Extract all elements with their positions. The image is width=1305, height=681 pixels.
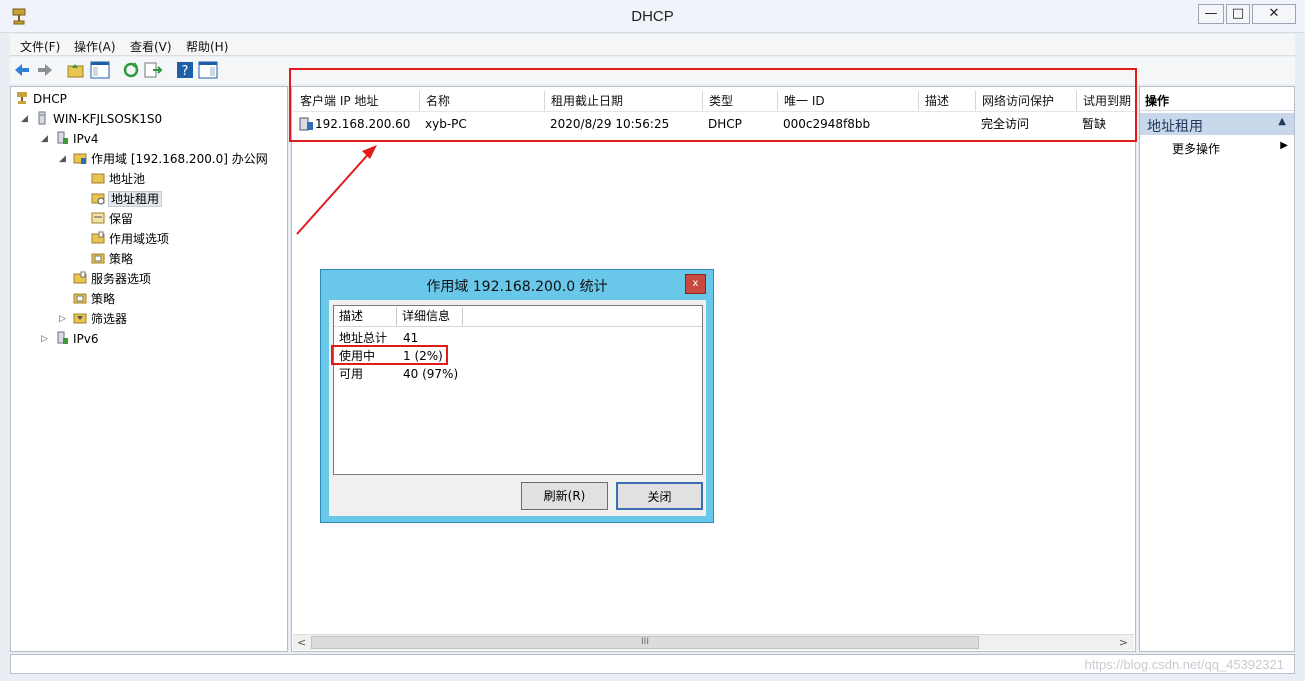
collapse-up-icon[interactable]: ▲	[1278, 116, 1286, 127]
tree-label: 保留	[109, 212, 134, 226]
actions-section[interactable]: 地址租用 ▲	[1140, 113, 1294, 135]
tree-label: 策略	[109, 252, 134, 266]
up-folder-icon[interactable]	[66, 60, 86, 80]
highlight-box-in-use	[331, 345, 448, 365]
server-icon	[38, 111, 46, 125]
svg-text:?: ?	[182, 64, 189, 79]
stat-value: 40 (97%)	[403, 367, 459, 381]
tree-label: 筛选器	[91, 312, 128, 326]
actions-pane: 操作 地址租用 ▲ 更多操作 ▶	[1139, 86, 1295, 652]
scope-statistics-dialog: 作用域 192.168.200.0 统计 x 描述 详细信息 地址总计 41 使…	[320, 269, 714, 523]
back-arrow-icon[interactable]	[12, 60, 32, 80]
highlight-box-lease-row	[289, 68, 1137, 142]
tree-item-server-options[interactable]: 服务器选项	[73, 270, 151, 288]
horizontal-scrollbar[interactable]: < III >	[293, 634, 1134, 650]
refresh-icon[interactable]	[121, 60, 141, 80]
refresh-button[interactable]: 刷新(R)	[521, 482, 608, 510]
column-details[interactable]: 详细信息	[397, 307, 463, 326]
tree-label: 地址池	[109, 172, 146, 186]
statistics-list: 描述 详细信息 地址总计 41 使用中 1 (2%) 可用 40 (97%)	[333, 305, 703, 475]
list-item[interactable]: 可用 40 (97%)	[339, 365, 458, 383]
expand-triangle-icon[interactable]: ▷	[59, 310, 66, 328]
tree-label: 策略	[91, 292, 116, 306]
actions-header: 操作	[1140, 87, 1294, 111]
options-folder-icon	[73, 271, 87, 284]
scroll-thumb[interactable]: III	[311, 636, 979, 649]
expand-triangle-icon[interactable]: ▷	[41, 330, 48, 348]
ipv4-icon	[57, 131, 68, 144]
collapse-triangle-icon[interactable]: ◢	[21, 110, 28, 128]
stat-label: 地址总计	[339, 331, 388, 345]
collapse-triangle-icon[interactable]: ◢	[59, 150, 66, 168]
filter-icon	[73, 313, 87, 324]
tree-item-scope[interactable]: ◢ 作用域 [192.168.200.0] 办公网	[59, 150, 268, 168]
more-actions-label: 更多操作	[1172, 142, 1221, 156]
reservation-icon	[91, 212, 105, 224]
folder-icon	[91, 173, 105, 184]
maximize-button[interactable]: □	[1226, 4, 1250, 24]
show-action-pane-icon[interactable]	[198, 60, 218, 80]
tree-item-filters[interactable]: ▷ 筛选器	[59, 310, 127, 328]
scroll-left-button[interactable]: <	[297, 636, 306, 649]
tree-label: DHCP	[33, 92, 67, 106]
tree-label: IPv4	[73, 132, 99, 146]
window-title: DHCP	[631, 8, 674, 25]
tree-label: 作用域 [192.168.200.0] 办公网	[91, 152, 268, 166]
status-bar: https://blog.csdn.net/qq_45392321	[10, 654, 1295, 674]
lease-folder-icon	[91, 193, 105, 205]
tree-item-dhcp[interactable]: DHCP	[15, 90, 67, 108]
dialog-body: 描述 详细信息 地址总计 41 使用中 1 (2%) 可用 40 (97%) 刷…	[329, 300, 706, 516]
tree-label: 作用域选项	[109, 232, 170, 246]
stat-label: 可用	[339, 367, 364, 381]
menu-help[interactable]: 帮助(H)	[186, 38, 228, 55]
help-icon[interactable]: ?	[175, 60, 195, 80]
tree-label: IPv6	[73, 332, 99, 346]
tree-label: 服务器选项	[91, 272, 152, 286]
dhcp-icon	[17, 92, 27, 104]
tree-item-ipv4[interactable]: ◢ IPv4	[41, 130, 99, 148]
tree-item-server[interactable]: ◢ WIN-KFJLSOSK1S0	[21, 110, 162, 128]
minimize-button[interactable]: —	[1198, 4, 1224, 24]
close-button[interactable]: 关闭	[616, 482, 703, 510]
tree-item-scope-policies[interactable]: 策略	[91, 250, 133, 268]
title-bar: DHCP — □ ✕	[0, 0, 1305, 33]
tree-item-reservations[interactable]: 保留	[91, 210, 133, 228]
ipv6-icon	[57, 331, 68, 344]
tree-item-scope-options[interactable]: 作用域选项	[91, 230, 169, 248]
menu-bar: 文件(F) 操作(A) 查看(V) 帮助(H)	[10, 34, 1295, 56]
more-actions-item[interactable]: 更多操作 ▶	[1172, 140, 1292, 158]
scroll-right-button[interactable]: >	[1119, 636, 1128, 649]
policy-icon	[73, 293, 87, 304]
tree-item-ipv6[interactable]: ▷ IPv6	[41, 330, 99, 348]
menu-view[interactable]: 查看(V)	[130, 38, 172, 55]
tree-item-address-leases[interactable]: 地址租用	[91, 190, 163, 208]
policy-icon	[91, 253, 105, 264]
dialog-close-button[interactable]: x	[685, 274, 706, 294]
tree-item-address-pool[interactable]: 地址池	[91, 170, 145, 188]
console-tree-icon[interactable]	[90, 60, 110, 80]
scope-folder-icon	[73, 153, 87, 164]
dialog-title: 作用域 192.168.200.0 统计	[426, 279, 608, 295]
console-tree: DHCP ◢ WIN-KFJLSOSK1S0 ◢ IPv4 ◢ 作用域 [192…	[10, 86, 288, 652]
watermark-text: https://blog.csdn.net/qq_45392321	[1084, 657, 1285, 672]
menu-file[interactable]: 文件(F)	[20, 38, 60, 55]
export-list-icon[interactable]	[143, 60, 163, 80]
column-description[interactable]: 描述	[334, 307, 397, 326]
close-window-button[interactable]: ✕	[1252, 4, 1296, 24]
tree-label: WIN-KFJLSOSK1S0	[53, 112, 163, 126]
actions-section-title: 地址租用	[1147, 119, 1203, 135]
submenu-arrow-icon: ▶	[1280, 140, 1288, 151]
collapse-triangle-icon[interactable]: ◢	[41, 130, 48, 148]
options-folder-icon	[91, 231, 105, 244]
tree-label: 地址租用	[107, 191, 163, 207]
menu-action[interactable]: 操作(A)	[74, 38, 116, 55]
forward-arrow-icon[interactable]	[35, 60, 55, 80]
tree-item-policies[interactable]: 策略	[73, 290, 115, 308]
